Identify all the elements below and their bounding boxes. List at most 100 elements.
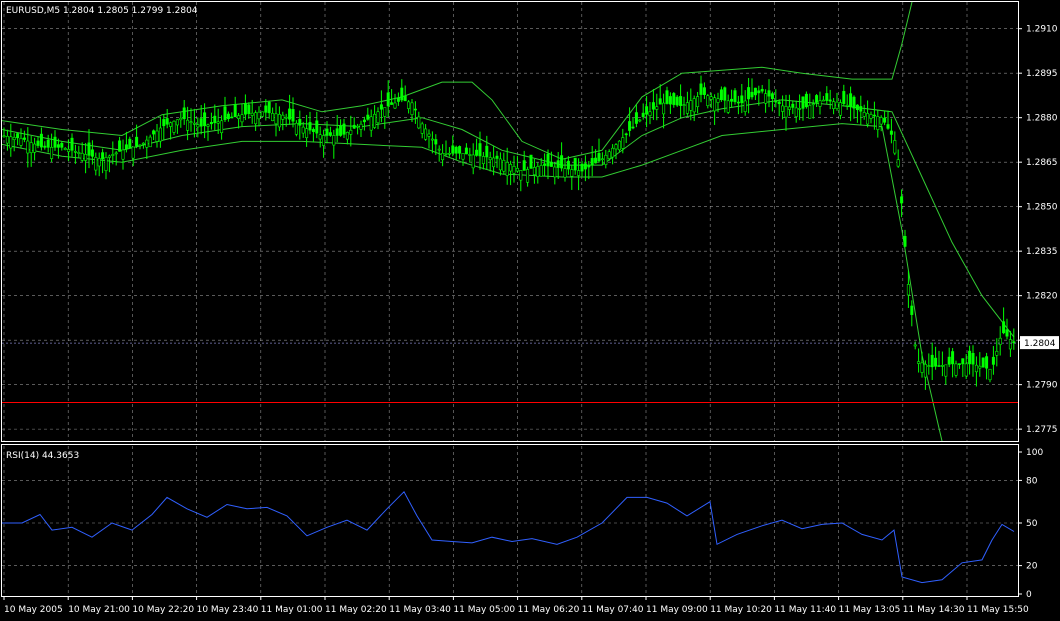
candle-body <box>5 135 9 144</box>
candle-body <box>815 95 819 103</box>
candle-body <box>923 363 927 378</box>
candle-body <box>896 159 900 167</box>
candle-body <box>233 104 237 118</box>
candle-body <box>560 155 564 169</box>
candle-body <box>611 147 615 158</box>
candle-body <box>386 92 390 107</box>
candle-body <box>427 133 431 137</box>
candle-body <box>502 159 506 172</box>
candle-body <box>434 139 438 145</box>
candle-body <box>172 120 176 133</box>
candle-body <box>696 96 700 108</box>
candle-body <box>291 109 295 122</box>
time-tick-label: 11 May 05:00 <box>453 605 515 615</box>
time-tick-label: 10 May 23:40 <box>197 605 259 615</box>
candle-body <box>305 128 309 139</box>
candle-body <box>835 101 839 109</box>
candle-body <box>529 154 533 169</box>
candle-body <box>804 93 808 108</box>
candle-body <box>203 112 207 127</box>
chart-canvas[interactable]: 1.2910 1.2895 1.2880 1.2865 1.2850 1.2835 1.28… <box>0 0 1060 621</box>
candle-body <box>209 122 213 125</box>
candle-body <box>362 119 366 123</box>
chart-title: EURUSD,M5 1.2804 1.2805 1.2799 1.2804 <box>6 6 198 16</box>
candle-body <box>250 112 254 116</box>
price-tick-label: 1.2820 <box>1026 292 1058 302</box>
candle-body <box>267 101 271 114</box>
candle-body <box>770 93 774 99</box>
candle-body <box>396 97 400 102</box>
candle-body <box>437 148 441 151</box>
time-tick-label: 11 May 15:50 <box>967 605 1029 615</box>
candle-body <box>94 157 98 171</box>
bollinger-bands <box>1 1 1015 442</box>
candle-body <box>158 127 162 142</box>
candle-body <box>379 104 383 110</box>
candle-body <box>461 153 465 160</box>
candle-body <box>169 122 173 127</box>
candle-body <box>390 102 394 105</box>
candle-body <box>356 125 360 128</box>
candle-body <box>417 116 421 129</box>
candle-body <box>760 88 764 92</box>
candle-body <box>794 107 798 117</box>
candle-body <box>19 137 23 146</box>
candle-body <box>114 152 118 155</box>
candle-body <box>906 284 910 296</box>
candle-body <box>288 108 292 120</box>
candle-body <box>900 196 904 204</box>
candle-body <box>971 352 975 365</box>
time-tick-label: 11 May 06:20 <box>518 605 580 615</box>
candle-body <box>940 365 944 367</box>
candle-body <box>73 151 77 153</box>
candle-body <box>254 112 258 125</box>
time-tick-label: 11 May 11:40 <box>774 605 836 615</box>
candle-body <box>464 147 468 155</box>
candle-body <box>332 135 336 146</box>
candle-body <box>617 140 621 151</box>
candle-body <box>549 161 553 167</box>
candle-body <box>400 87 404 101</box>
candle-body <box>376 111 380 124</box>
candle-body <box>352 124 356 129</box>
candle-body <box>107 155 111 158</box>
rsi-tick-label: 80 <box>1026 476 1038 486</box>
candle-body <box>441 152 445 161</box>
candle-body <box>512 166 516 174</box>
time-tick-label: 11 May 07:40 <box>582 605 644 615</box>
candle-body <box>774 100 778 103</box>
candle-body <box>709 96 713 100</box>
candle-body <box>104 157 108 171</box>
candle-body <box>451 145 455 154</box>
candle-body <box>604 154 608 165</box>
candle-body <box>315 120 319 134</box>
candle-body <box>937 365 941 367</box>
price-axis: 1.2910 1.2895 1.2880 1.2865 1.2850 1.2835 1.28… <box>1018 25 1058 435</box>
candle-body <box>478 143 482 157</box>
price-grid <box>2 2 1018 441</box>
candle-body <box>274 113 278 125</box>
candle-body <box>764 93 768 104</box>
candle-body <box>90 149 94 157</box>
candle-body <box>757 90 761 94</box>
rsi-pane-frame <box>1 444 1019 597</box>
candle-body <box>70 137 74 151</box>
candle-body <box>366 114 370 120</box>
candle-body <box>505 161 509 176</box>
candle-body <box>413 108 417 111</box>
candle-body <box>723 87 727 101</box>
candle-body <box>145 139 149 148</box>
red-horizontal-line <box>2 342 1018 403</box>
candle-body <box>1008 339 1012 350</box>
price-tick-label: 1.2895 <box>1026 69 1058 79</box>
candle-body <box>230 116 234 119</box>
candle-body <box>522 160 526 171</box>
candle-body <box>692 98 696 113</box>
rsi-tick-label: 50 <box>1026 519 1038 529</box>
candle-body <box>101 152 105 160</box>
candle-body <box>634 112 638 124</box>
candle-body <box>1002 321 1006 334</box>
candle-body <box>509 164 513 172</box>
candle-body <box>165 118 169 125</box>
candle-body <box>128 138 132 149</box>
